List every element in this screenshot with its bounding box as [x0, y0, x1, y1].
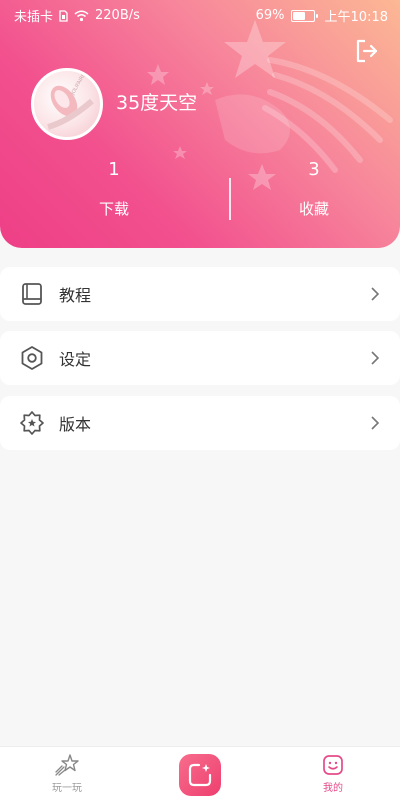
clock: 上午10:18: [324, 10, 388, 25]
downloads-label: 下载: [98, 200, 129, 218]
network-speed: 220B/s: [95, 8, 140, 23]
stat-favorites[interactable]: 3 收藏: [214, 156, 400, 219]
edit-sparkle-icon: [188, 763, 212, 787]
carrier-text: 未插卡: [14, 10, 54, 25]
battery-percent: 69%: [255, 8, 285, 23]
tab-play[interactable]: 玩一玩: [37, 753, 97, 794]
menu-label-settings: 设定: [59, 350, 92, 369]
wifi-icon: [74, 10, 89, 21]
logout-icon[interactable]: [354, 38, 380, 64]
profile-header: 未插卡 220B/s 69% 上午10:18 JOLIFAIRE 35度天空 1…: [0, 0, 400, 248]
avatar[interactable]: JOLIFAIRE: [31, 68, 103, 140]
shooting-star-icon: [55, 754, 79, 776]
favorites-count: 3: [308, 159, 320, 180]
tab-label-mine: 我的: [323, 783, 343, 794]
smiley-icon: [323, 755, 343, 775]
tab-label-play: 玩一玩: [52, 783, 82, 794]
menu-label-tutorial: 教程: [59, 286, 92, 305]
badge-star-icon: [20, 411, 44, 435]
chevron-right-icon: [371, 351, 380, 365]
book-icon: [22, 283, 42, 305]
chevron-right-icon: [371, 416, 380, 430]
username: 35度天空: [116, 92, 198, 114]
menu-item-tutorial[interactable]: 教程: [0, 267, 400, 321]
status-bar: 未插卡 220B/s 69% 上午10:18: [0, 0, 400, 28]
menu-item-settings[interactable]: 设定: [0, 331, 400, 385]
downloads-count: 1: [108, 159, 120, 180]
settings-hexagon-icon: [21, 346, 43, 370]
center-action-button[interactable]: [179, 754, 221, 796]
sim-icon: [59, 9, 68, 22]
stat-downloads[interactable]: 1 下载: [14, 156, 214, 219]
battery-icon: [290, 9, 318, 22]
menu-label-version: 版本: [59, 415, 92, 434]
avatar-nail-image: [47, 85, 94, 130]
chevron-right-icon: [371, 287, 380, 301]
tab-mine[interactable]: 我的: [303, 753, 363, 794]
favorites-label: 收藏: [298, 200, 329, 218]
menu-item-version[interactable]: 版本: [0, 396, 400, 450]
